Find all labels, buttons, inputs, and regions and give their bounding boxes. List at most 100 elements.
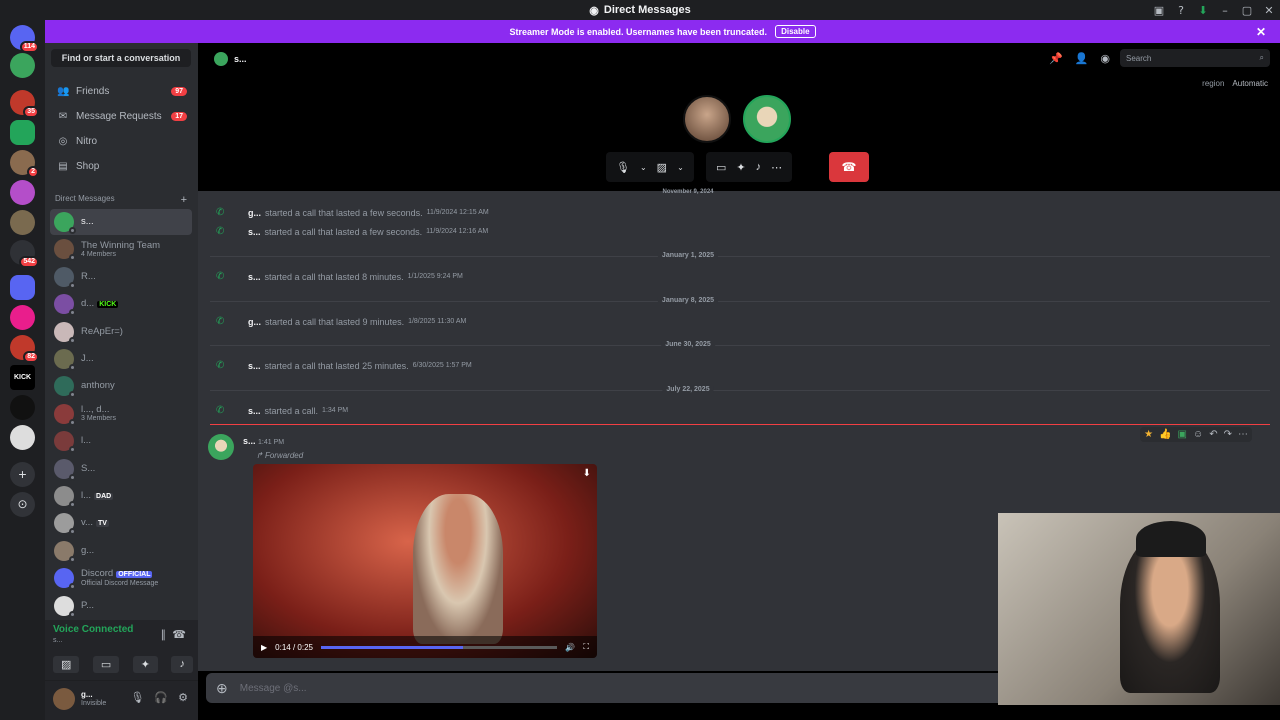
dm-item[interactable]: ReApEr=) [50,319,192,345]
close-icon[interactable]: ✕ [1256,25,1266,39]
video-off-icon[interactable]: ▨ [53,656,80,673]
dm-item[interactable]: v... TV [50,510,192,536]
dm-item[interactable]: Discord OFFICIAL Official Discord Message [50,565,192,591]
dm-name: g... [81,544,95,556]
nav-friends[interactable]: 👥 Friends 97 [51,80,191,102]
search-input[interactable]: Search ⌕ [1120,49,1270,67]
avatar [54,486,76,508]
soundboard-icon[interactable]: ♪ [171,656,193,673]
hang-up-button[interactable]: ☎ [829,152,869,182]
server-icon[interactable]: 82 [10,335,39,363]
mic-icon[interactable]: 🎙 [130,691,144,704]
server-icon[interactable]: 542 [10,240,39,268]
dm-name: anthony [81,380,115,392]
play-icon[interactable]: ▶ [261,643,267,652]
home-button[interactable]: 114 [10,25,39,53]
dm-item[interactable]: J... [50,346,192,372]
star-icon[interactable]: ★ [1144,429,1153,440]
dm-item[interactable]: R... [50,264,192,290]
dm-item[interactable]: l... [50,428,192,454]
server-icon[interactable] [10,305,35,330]
dm-name: v... TV [81,516,109,528]
dm-item[interactable]: l..., d... 3 Members [50,401,192,427]
find-conversation-button[interactable]: Find or start a conversation [51,49,191,67]
video-progress[interactable] [320,645,558,649]
close-button[interactable]: ✕ [1258,4,1280,17]
message-avatar[interactable] [208,434,234,460]
pin-icon[interactable]: 📌 [1049,52,1063,65]
add-friends-icon[interactable]: 👤 [1075,52,1089,65]
chevron-down-icon[interactable]: ⌄ [677,163,684,172]
nav-shop[interactable]: ▤ Shop [51,155,191,177]
message-input[interactable]: ⊕ Message @s... [206,673,1006,703]
add-reaction-icon[interactable]: ☺ [1193,429,1203,440]
dm-item[interactable]: P... [50,593,192,619]
server-icon[interactable] [10,210,35,235]
disable-button[interactable]: Disable [775,25,816,38]
volume-icon[interactable]: 🔊 [565,643,575,652]
dm-item[interactable]: The Winning Team 4 Members [50,236,192,262]
activity-icon[interactable]: ✦ [132,656,158,673]
user-status: Invisible [81,700,107,707]
profile-icon[interactable]: ◉ [1100,52,1110,65]
server-icon[interactable] [10,53,35,78]
download-icon[interactable]: ⬇ [1192,4,1214,17]
add-server-icon[interactable]: + [10,462,35,487]
region-select[interactable]: Automatic [1232,79,1268,88]
video-off-icon[interactable]: ▨ [657,161,667,174]
soundboard-icon[interactable]: ♪ [756,161,762,173]
new-messages-divider [210,424,1270,425]
server-icon[interactable] [10,395,35,420]
minimize-button[interactable]: – [1214,4,1236,17]
activity-icon[interactable]: ✦ [736,161,745,174]
more-icon[interactable]: ⋯ [1238,429,1248,440]
server-icon[interactable] [10,425,35,450]
maximize-button[interactable]: ▢ [1236,4,1258,17]
avatar [54,376,76,399]
add-attachment-icon[interactable]: ⊕ [216,680,228,697]
avatar[interactable] [214,52,228,66]
video-player[interactable]: ⬇ ▶ 0:14 / 0:25 🔊 ⛶ [253,464,597,658]
explore-icon[interactable]: ⊙ [10,492,35,517]
avatar [54,349,76,371]
noise-suppression-icon[interactable]: ∥ [161,628,167,641]
fullscreen-icon[interactable]: ⛶ [583,642,589,652]
voice-channel: s... [53,637,63,644]
disconnect-icon[interactable]: ☎ [172,628,186,641]
forward-icon[interactable]: ↷ [1224,429,1232,440]
dm-item[interactable]: s... [50,209,192,235]
avatar[interactable] [53,688,75,710]
dm-header: Direct Messages + [55,194,187,206]
voice-status: Voice Connected [53,624,134,635]
dm-item[interactable]: l... DAD [50,483,192,509]
gear-icon[interactable]: ⚙ [178,691,188,704]
nav-nitro[interactable]: ◎ Nitro [51,130,191,152]
inbox-icon[interactable]: ▣ [1148,4,1170,17]
nav-message-requests[interactable]: ✉ Message Requests 17 [51,105,191,127]
thumbs-up-icon[interactable]: 👍 [1159,429,1171,440]
reaction-icon[interactable]: ▣ [1178,429,1187,440]
message-actions: ★ 👍 ▣ ☺ ↶ ↷ ⋯ [1140,427,1252,442]
help-icon[interactable]: ? [1170,4,1192,17]
server-icon[interactable]: 2 [10,150,39,178]
server-icon[interactable] [10,120,35,145]
download-icon[interactable]: ⬇ [583,468,591,479]
server-icon[interactable] [10,180,35,205]
reply-icon[interactable]: ↶ [1209,429,1217,440]
dm-sidebar: Find or start a conversation 👥 Friends 97 … [45,43,198,720]
screen-share-icon[interactable]: ▭ [92,656,120,673]
call-log: ✆ s... started a call that lasted a few se… [216,226,489,237]
mic-icon[interactable]: 🎙 [616,161,630,174]
server-icon[interactable] [10,275,35,300]
kick-server-icon[interactable]: KICK [10,365,35,390]
headphones-icon[interactable]: 🎧 [154,691,168,704]
dm-item[interactable]: S... [50,456,192,482]
dm-item[interactable]: d... KICK [50,291,192,317]
server-icon[interactable]: 35 [10,90,39,118]
chevron-down-icon[interactable]: ⌄ [640,163,647,172]
add-dm-icon[interactable]: + [181,194,187,206]
more-icon[interactable]: ⋯ [771,161,782,174]
screen-share-icon[interactable]: ▭ [716,161,726,174]
dm-item[interactable]: g... [50,538,192,564]
dm-item[interactable]: anthony [50,373,192,399]
